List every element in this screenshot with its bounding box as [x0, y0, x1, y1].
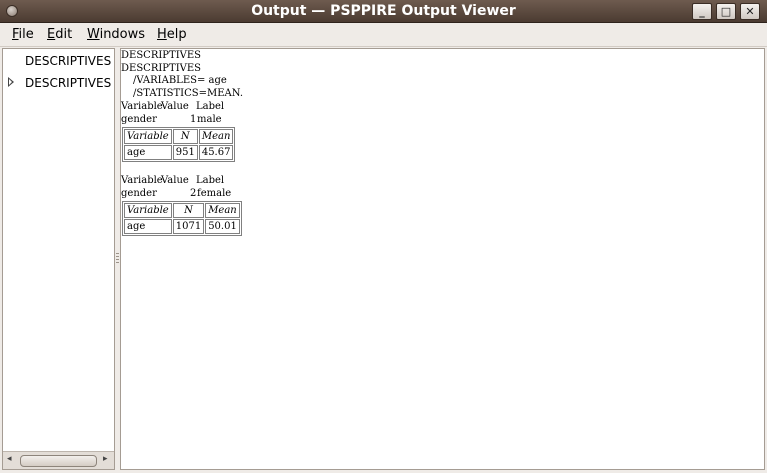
output-tree[interactable]: DESCRIPTIVES DESCRIPTIVES ◂ ▸ — [2, 48, 115, 470]
descriptives-table: Variable N Mean age 951 45.67 — [122, 127, 236, 162]
split-value: 1 — [190, 114, 197, 125]
close-button[interactable]: ✕ — [740, 3, 760, 20]
tree-item-descriptives-expandable[interactable]: DESCRIPTIVES — [25, 76, 111, 90]
syntax-statistics: /STATISTICS=MEAN. — [133, 88, 244, 99]
column-header: N — [172, 129, 198, 144]
table-cell: age — [124, 145, 172, 160]
split-header-value: Value — [161, 101, 189, 112]
split-header-value: Value — [161, 175, 189, 186]
split-variable: gender — [121, 188, 157, 199]
column-header: Mean — [198, 129, 234, 144]
title-bar: Output — PSPPIRE Output Viewer _ □ ✕ — [0, 0, 767, 23]
menu-edit[interactable]: Edit — [47, 27, 72, 42]
window-title: Output — PSPPIRE Output Viewer — [251, 3, 516, 19]
split-header-variable: Variable — [121, 101, 163, 112]
syntax-variables: /VARIABLES= age — [133, 75, 227, 86]
maximize-button[interactable]: □ — [716, 3, 736, 20]
menu-file[interactable]: File — [12, 27, 34, 42]
table-row: age 951 45.67 — [124, 145, 234, 160]
menu-bar: File Edit Windows Help — [0, 23, 767, 47]
table-row: age 1071 50.01 — [124, 219, 240, 234]
column-header: Variable — [124, 129, 172, 144]
output-subheading: DESCRIPTIVES — [121, 63, 202, 74]
table-cell: 1071 — [172, 219, 205, 234]
split-label: male — [197, 114, 222, 125]
split-header-variable: Variable — [121, 175, 163, 186]
table-cell: 45.67 — [198, 145, 234, 160]
column-header: N — [172, 203, 205, 218]
splitter-grip-icon[interactable] — [116, 253, 119, 263]
menu-windows[interactable]: Windows — [87, 27, 145, 42]
horizontal-scrollbar[interactable]: ◂ ▸ — [3, 451, 114, 469]
table-cell: 50.01 — [205, 219, 240, 234]
column-header: Variable — [124, 203, 172, 218]
output-pane: DESCRIPTIVES DESCRIPTIVES /VARIABLES= ag… — [120, 48, 765, 470]
split-value: 2 — [190, 188, 197, 199]
output-heading: DESCRIPTIVES — [121, 50, 202, 61]
descriptives-table: Variable N Mean age 1071 50.01 — [122, 201, 242, 236]
triangle-right-icon[interactable] — [8, 77, 14, 87]
split-variable: gender — [121, 114, 157, 125]
tree-item-descriptives[interactable]: DESCRIPTIVES — [25, 54, 111, 68]
table-cell: 951 — [172, 145, 198, 160]
split-header-label: Label — [196, 101, 225, 112]
split-header-label: Label — [196, 175, 225, 186]
scroll-right-icon[interactable]: ▸ — [103, 454, 108, 464]
table-header-row: Variable N Mean — [124, 203, 240, 218]
scroll-left-icon[interactable]: ◂ — [7, 454, 12, 464]
table-header-row: Variable N Mean — [124, 129, 234, 144]
table-cell: age — [124, 219, 172, 234]
column-header: Mean — [205, 203, 240, 218]
split-label: female — [197, 188, 232, 199]
minimize-button[interactable]: _ — [692, 3, 712, 20]
menu-help[interactable]: Help — [157, 27, 187, 42]
scrollbar-thumb[interactable] — [20, 455, 97, 467]
